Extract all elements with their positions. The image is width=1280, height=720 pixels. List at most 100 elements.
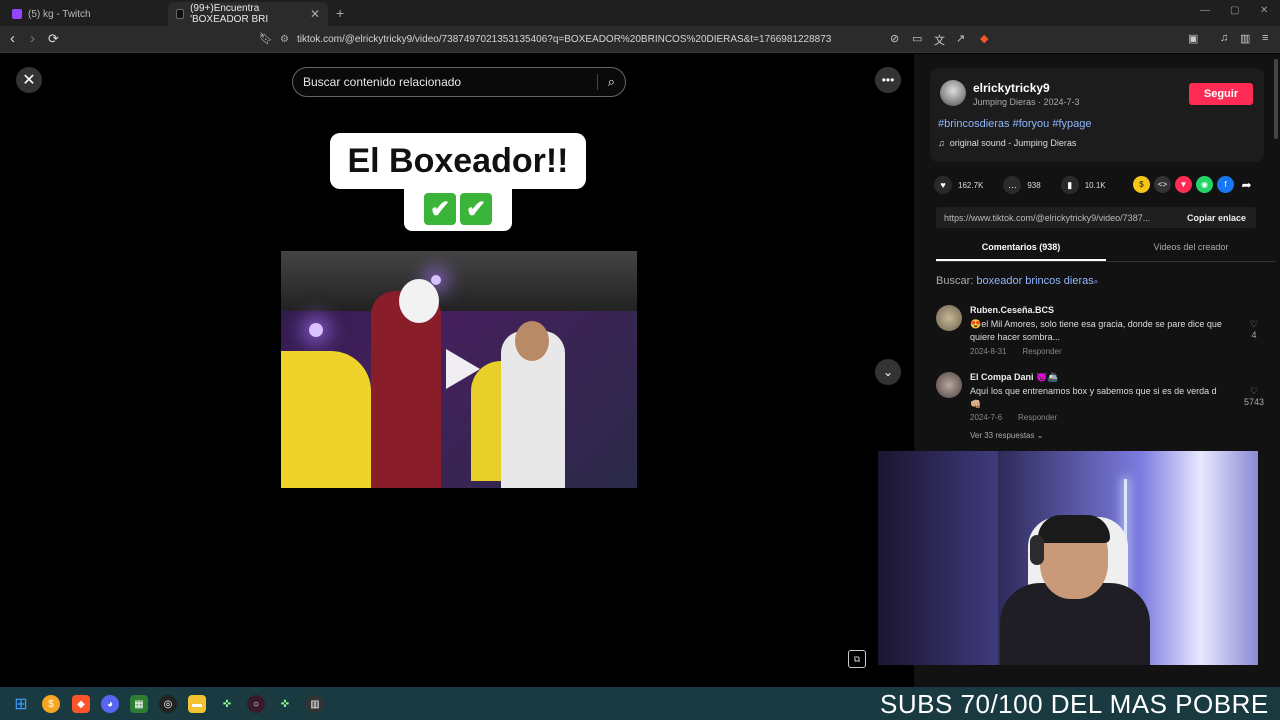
site-info-icon[interactable]: ⚙︎ — [280, 34, 289, 45]
tab-tiktok-label: (99+)Encuentra 'BOXEADOR BRI — [190, 3, 269, 25]
windows-start-icon[interactable]: ⊞ — [12, 695, 30, 713]
author-meta: Jumping Dieras · 2024-7-3 — [973, 97, 1080, 107]
coin-icon[interactable]: $ — [1133, 176, 1150, 193]
comment-like[interactable]: ♡ 4 — [1242, 319, 1266, 340]
tab-tiktok[interactable]: (99+)Encuentra 'BOXEADOR BRI ✕ — [168, 2, 328, 26]
comment-text: 😍el Mil Amores, solo tiene esa gracia, d… — [970, 319, 1222, 342]
share-icon[interactable]: ↗ — [956, 32, 965, 45]
avatar[interactable] — [936, 305, 962, 331]
forward-icon[interactable]: › — [30, 30, 35, 47]
view-replies-button[interactable]: Ver 33 respuestas ⌄ — [970, 431, 1043, 440]
search-icon[interactable]: ⌕ — [596, 74, 615, 90]
stage-truss — [281, 251, 637, 311]
audio-app-icon[interactable]: ▥ — [306, 695, 324, 713]
video-frame[interactable] — [281, 251, 637, 488]
sidebar-toggle-icon[interactable]: ▣ — [1188, 32, 1198, 45]
check-icon: ✔ — [460, 193, 492, 225]
saves-count: 10.1K — [1084, 180, 1106, 190]
webcam-person-hair — [1038, 515, 1110, 543]
search-input[interactable]: Buscar contenido relacionado ⌕ — [292, 67, 626, 97]
follow-button[interactable]: Seguir — [1189, 83, 1253, 105]
back-icon[interactable]: ‹ — [10, 30, 15, 47]
facebook-icon[interactable]: f — [1217, 176, 1234, 193]
bookmark-icon[interactable]: ▮ — [1060, 176, 1079, 194]
browser-toolbar: ‹ › ⟳ 🔖︎ ⚙︎ tiktok.com/@elrickytricky9/v… — [0, 26, 1280, 53]
scrollbar[interactable] — [1274, 59, 1278, 139]
video-caption-title: El Boxeador!! — [330, 133, 586, 189]
discord-icon[interactable]: ◕ — [101, 695, 119, 713]
more-options-icon[interactable]: ••• — [875, 67, 901, 93]
no-video-icon[interactable]: ⊘ — [890, 32, 899, 45]
brave-icon[interactable]: ◆ — [72, 695, 90, 713]
media-icon[interactable]: ♫ — [1220, 32, 1228, 44]
chevron-down-icon[interactable]: ⌄ — [875, 359, 901, 385]
tab-comments[interactable]: Comentarios (938) — [936, 236, 1106, 261]
comment-item: Ruben.Ceseña.BCS 😍el Mil Amores, solo ti… — [936, 305, 1266, 365]
folder-icon[interactable]: ▬ — [188, 695, 206, 713]
comment-like-count: 4 — [1251, 330, 1257, 340]
copy-link-button[interactable]: Copiar enlace — [1177, 213, 1256, 223]
clown-figure — [371, 291, 441, 488]
check-icon: ✔ — [424, 193, 456, 225]
comment-text: Aquí los que entrenamos box y sabemos qu… — [970, 386, 1217, 409]
related-search[interactable]: Buscar: boxeador brincos dieras⌕ — [936, 275, 1098, 287]
share-link-field[interactable]: https://www.tiktok.com/@elrickytricky9/v… — [936, 207, 1256, 228]
new-tab-button[interactable]: + — [336, 5, 344, 21]
embed-icon[interactable]: <> — [1154, 176, 1171, 193]
tab-creator-videos[interactable]: Videos del creador — [1106, 236, 1276, 261]
store-icon[interactable]: ▦ — [130, 695, 148, 713]
sound-link[interactable]: ♫ original sound - Jumping Dieras — [938, 138, 1076, 148]
comment-author[interactable]: El Compa Dani 😈🚢 — [970, 372, 1058, 383]
tab-twitch[interactable]: (5) kg - Twitch — [4, 2, 164, 26]
menu-icon[interactable]: ≡ — [1262, 32, 1268, 44]
comments-count: 938 — [1027, 180, 1041, 190]
stream-ticker: SUBS 70/100 DEL MAS POBRE — [880, 689, 1269, 719]
hashtags[interactable]: #brincosdieras #foryou #fypage — [938, 118, 1091, 130]
comment-date: 2024-7-6 — [970, 413, 1003, 422]
comment-meta: 2024-7-6 Responder — [970, 413, 1057, 422]
share-link-text: https://www.tiktok.com/@elrickytricky9/v… — [944, 212, 1151, 223]
stats-row: ♥ 162.7K … 938 ▮ 10.1K — [934, 176, 1106, 194]
related-search-query: boxeador brincos dieras — [976, 275, 1094, 287]
heart-icon: ♡ — [1249, 386, 1259, 396]
reply-button[interactable]: Responder — [1018, 413, 1057, 422]
backdrop-shape — [281, 351, 371, 488]
comment-like-count: 5743 — [1243, 397, 1265, 407]
brave-shield-icon[interactable]: ◆ — [980, 32, 988, 45]
close-icon[interactable]: ✕ — [16, 67, 42, 93]
minimize-icon[interactable]: — — [1200, 5, 1210, 16]
obs-icon[interactable]: ◎ — [159, 695, 177, 713]
cast-icon[interactable]: ▭ — [912, 32, 922, 45]
stage-light — [309, 323, 323, 337]
send-icon[interactable]: ▼ — [1175, 176, 1192, 193]
translate-icon[interactable]: 文 — [934, 32, 945, 48]
app-icon[interactable]: ○ — [247, 695, 265, 713]
play-icon[interactable] — [446, 349, 480, 389]
mini-player-icon[interactable]: ⧉ — [848, 650, 866, 668]
comments-tabs: Comentarios (938) Videos del creador — [936, 236, 1276, 262]
share-arrow-icon[interactable]: ➦ — [1238, 176, 1255, 193]
url-text: tiktok.com/@elrickytricky9/video/7387497… — [296, 34, 832, 45]
reload-icon[interactable]: ⟳ — [48, 31, 59, 47]
gamepad-icon[interactable]: ✜ — [276, 695, 294, 713]
avatar[interactable] — [940, 80, 966, 106]
comment-like[interactable]: ♡ 5743 — [1242, 386, 1266, 407]
reader-icon[interactable]: ▥ — [1240, 32, 1250, 45]
avatar[interactable] — [936, 372, 962, 398]
coin-app-icon[interactable]: $ — [42, 695, 60, 713]
tiktok-icon — [176, 9, 185, 19]
comment-author[interactable]: Ruben.Ceseña.BCS — [970, 305, 1054, 315]
heart-icon[interactable]: ♥ — [934, 176, 952, 194]
author-username[interactable]: elrickytricky9 — [973, 81, 1050, 95]
tab-close-icon[interactable]: ✕ — [310, 7, 320, 21]
maximize-icon[interactable]: ▢ — [1230, 5, 1239, 16]
window-close-icon[interactable]: ✕ — [1260, 5, 1268, 16]
man-head — [515, 321, 549, 361]
likes-count: 162.7K — [958, 180, 984, 190]
comment-date: 2024-8-31 — [970, 347, 1007, 356]
comment-icon[interactable]: … — [1003, 176, 1022, 194]
whatsapp-icon[interactable]: ◉ — [1196, 176, 1213, 193]
bookmark-icon[interactable]: 🔖︎ — [259, 32, 273, 45]
reply-button[interactable]: Responder — [1022, 347, 1061, 356]
gamepad-icon[interactable]: ✜ — [218, 695, 236, 713]
